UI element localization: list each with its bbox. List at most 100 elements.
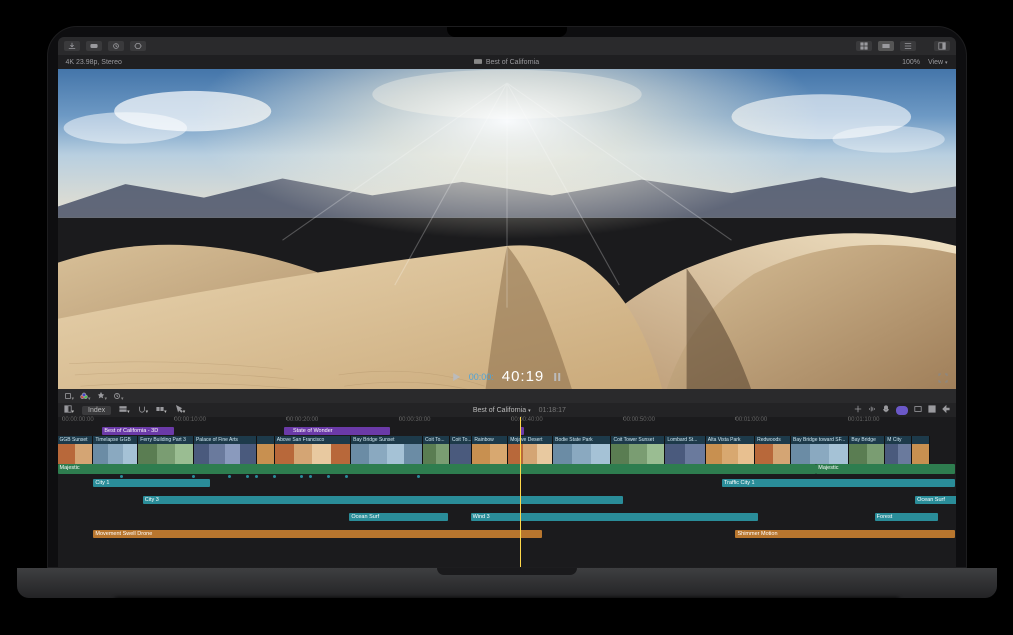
- clip[interactable]: Wind 3: [471, 513, 758, 521]
- select-tool[interactable]: ▾: [175, 405, 186, 415]
- transport-controls: 00:00: 40:19: [451, 368, 563, 385]
- timeline-project-name[interactable]: Best of California ▾: [473, 407, 531, 414]
- video-clip[interactable]: Above San Francisco: [275, 436, 351, 464]
- clip[interactable]: City 1: [93, 479, 210, 487]
- audio-skimming-button[interactable]: [868, 405, 876, 415]
- clip-label: Bay Bridge toward SF...: [791, 436, 848, 444]
- clip-label: Lombard St...: [665, 436, 704, 444]
- project-format: 4K 23.98p, Stereo: [66, 59, 122, 66]
- clip-label: [912, 436, 929, 444]
- snapping-toggle[interactable]: [896, 406, 908, 415]
- video-clip[interactable]: Coit To...: [423, 436, 450, 464]
- clip[interactable]: Majestic: [58, 464, 817, 474]
- ruler-tick: 00:00:30:00: [399, 417, 431, 423]
- video-clip[interactable]: Palace of Fine Arts: [194, 436, 257, 464]
- play-button[interactable]: [451, 372, 461, 382]
- effects-bar: ▾ ▾ ▾ ▾: [58, 389, 956, 403]
- top-toolbar: [58, 37, 956, 55]
- clip-label: Above San Francisco: [275, 436, 350, 444]
- clip-label: Coit To...: [423, 436, 449, 444]
- clip-label: Bodie State Park: [553, 436, 610, 444]
- list-view-button[interactable]: [900, 41, 916, 51]
- background-tasks-button[interactable]: [108, 41, 124, 51]
- trim-button[interactable]: ▾: [156, 405, 167, 415]
- clip[interactable]: Traffic City 1: [722, 479, 955, 487]
- clip[interactable]: City 3: [143, 496, 623, 504]
- ruler-tick: 00:00:20:00: [286, 417, 318, 423]
- video-clip[interactable]: Bay Bridge Sunset: [351, 436, 423, 464]
- snap-button[interactable]: ▾: [138, 405, 149, 415]
- clip[interactable]: Ocean Surf: [915, 496, 955, 504]
- effects-browser-button[interactable]: [928, 405, 936, 415]
- video-clip[interactable]: Mojave Desert: [508, 436, 553, 464]
- clip-label: [257, 436, 274, 444]
- video-clip[interactable]: [912, 436, 930, 464]
- inspector-button[interactable]: [934, 41, 950, 51]
- grid-view-button[interactable]: [856, 41, 872, 51]
- marker[interactable]: [228, 475, 231, 478]
- video-clip[interactable]: Coit Tower Sunset: [611, 436, 665, 464]
- marker[interactable]: [327, 475, 330, 478]
- clip-label: Bay Bridge: [849, 436, 884, 444]
- skimming-button[interactable]: [854, 405, 862, 415]
- fullscreen-button[interactable]: [938, 373, 948, 383]
- playhead[interactable]: [520, 417, 521, 567]
- drone-track: Movement Swell Drone Shimmer Motion: [58, 530, 956, 538]
- clip-label: Coit To...: [450, 436, 471, 444]
- marker[interactable]: [345, 475, 348, 478]
- clip[interactable]: State of Wonder: [291, 427, 390, 435]
- app-screen: 4K 23.98p, Stereo Best of California 100…: [58, 37, 956, 567]
- marker[interactable]: [309, 475, 312, 478]
- audio-track-1: City 1 Traffic City 1: [58, 479, 956, 487]
- video-clip[interactable]: Coit To...: [450, 436, 472, 464]
- video-clip[interactable]: Bay Bridge: [849, 436, 885, 464]
- filmstrip-view-button[interactable]: [878, 41, 894, 51]
- video-clip[interactable]: [257, 436, 275, 464]
- marker[interactable]: [255, 475, 258, 478]
- view-menu[interactable]: View ▾: [928, 59, 948, 66]
- clip[interactable]: Ocean Surf: [349, 513, 448, 521]
- index-button[interactable]: Index: [82, 406, 111, 415]
- audio-track-3: Ocean Surf Wind 3 Forest: [58, 513, 956, 521]
- video-clip[interactable]: Rainbow: [472, 436, 508, 464]
- video-clip[interactable]: Timelapse GGB: [93, 436, 138, 464]
- solo-button[interactable]: [882, 405, 890, 415]
- index-toggle[interactable]: ▾: [64, 405, 75, 415]
- keyword-button[interactable]: [86, 41, 102, 51]
- video-clip[interactable]: M City: [885, 436, 912, 464]
- clip[interactable]: Best of California - 3D: [102, 427, 174, 435]
- marker[interactable]: [417, 475, 420, 478]
- timeline-ruler[interactable]: 00:00:00:00 00:00:10:00 00:00:20:00 00:0…: [58, 417, 956, 427]
- clip-label: Alta Vista Park: [706, 436, 754, 444]
- zoom-level[interactable]: 100%: [902, 59, 920, 66]
- primary-storyline: GGB SunsetTimelapse GGBFerry Building Pa…: [58, 436, 956, 464]
- video-clip[interactable]: Lombard St...: [665, 436, 705, 464]
- video-clip[interactable]: Bay Bridge toward SF...: [791, 436, 849, 464]
- timecode-prefix: 00:00:: [469, 372, 494, 382]
- clip[interactable]: Forest: [875, 513, 938, 521]
- timecode-main: 40:19: [502, 368, 545, 385]
- clip-display-button[interactable]: [914, 405, 922, 415]
- clip[interactable]: Movement Swell Drone: [93, 530, 542, 538]
- video-clip[interactable]: Redwoods: [755, 436, 791, 464]
- clip-label: Coit Tower Sunset: [611, 436, 664, 444]
- marker[interactable]: [300, 475, 303, 478]
- marker[interactable]: [246, 475, 249, 478]
- clip[interactable]: Majestic: [816, 464, 955, 474]
- clip-appearance[interactable]: ▾: [119, 405, 130, 415]
- marker[interactable]: [273, 475, 276, 478]
- video-clip[interactable]: Bodie State Park: [553, 436, 611, 464]
- marker[interactable]: [192, 475, 195, 478]
- timeline[interactable]: Best of California - 3D State of Wonder G…: [58, 427, 956, 567]
- video-clip[interactable]: GGB Sunset: [58, 436, 94, 464]
- video-clip[interactable]: Alta Vista Park: [706, 436, 755, 464]
- clip[interactable]: Shimmer Motion: [735, 530, 955, 538]
- transitions-browser-button[interactable]: [942, 405, 950, 415]
- ruler-tick: 00:00:40:00: [511, 417, 543, 423]
- ruler-tick: 00:00:50:00: [623, 417, 655, 423]
- share-button[interactable]: [130, 41, 146, 51]
- clip-label: M City: [885, 436, 911, 444]
- video-clip[interactable]: Ferry Building Part 3: [138, 436, 194, 464]
- marker[interactable]: [120, 475, 123, 478]
- import-button[interactable]: [64, 41, 80, 51]
